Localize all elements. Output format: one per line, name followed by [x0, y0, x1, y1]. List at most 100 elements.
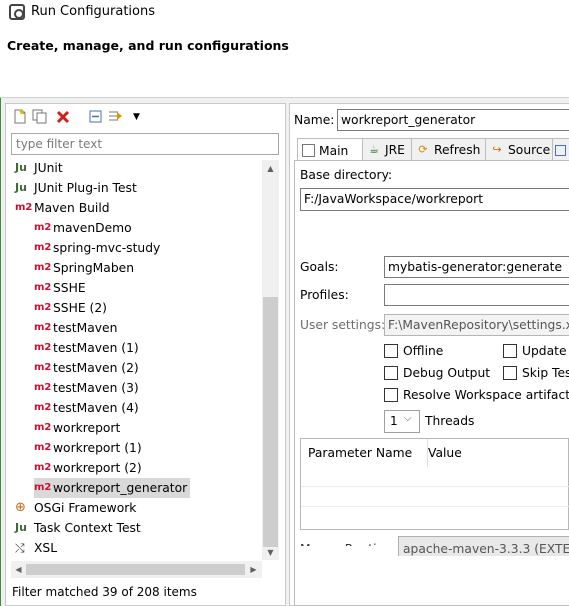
offline-checkbox[interactable]: Offline: [384, 344, 443, 358]
tree-item-label: testMaven (4): [53, 401, 139, 415]
vertical-scroll-thumb[interactable]: [263, 297, 278, 547]
tree-item-label: testMaven: [53, 321, 118, 335]
tab-refresh-label: Refresh: [434, 143, 481, 157]
resolve-workspace-checkbox[interactable]: Resolve Workspace artifacts: [384, 388, 569, 402]
horizontal-scroll-thumb[interactable]: [26, 564, 245, 575]
tab-source[interactable]: ↪ Source: [485, 138, 559, 161]
skip-tests-checkbox[interactable]: Skip Test: [503, 366, 569, 380]
maven-runtime-value: apache-maven-3.3.3 (EXTERN: [403, 542, 569, 556]
offline-checkbox-box[interactable]: [384, 344, 398, 358]
base-directory-label: Base directory:: [300, 168, 393, 182]
update-snapshots-checkbox-box[interactable]: [503, 344, 517, 358]
maven-m2-icon: m2: [34, 422, 52, 433]
tab-jre[interactable]: ☕ JRE: [362, 138, 418, 161]
config-tabs: Main ☕ JRE ⟳ Refresh ↪ Source: [294, 138, 569, 162]
tree-item[interactable]: m2 SSHE: [34, 278, 86, 298]
tree-item-label: OSGi Framework: [34, 501, 137, 515]
tree-item[interactable]: m2 Maven Build: [15, 198, 110, 218]
tab-overflow[interactable]: [552, 138, 569, 161]
tree-item-label: workreport_generator: [53, 481, 188, 495]
delete-icon[interactable]: [54, 108, 71, 125]
environment-icon: [555, 144, 566, 156]
tree-item[interactable]: m2 testMaven (4): [34, 398, 139, 418]
profiles-field[interactable]: [384, 284, 569, 306]
main-icon: [302, 144, 315, 157]
update-snapshots-checkbox[interactable]: Update S: [503, 344, 569, 358]
maven-m2-icon: m2: [34, 342, 52, 353]
refresh-icon: ⟳: [418, 143, 428, 156]
tree-item[interactable]: m2 testMaven (1): [34, 338, 139, 358]
maven-m2-icon: m2: [34, 222, 52, 233]
osgi-icon: ⊕: [15, 500, 26, 515]
filter-icon[interactable]: [108, 108, 125, 125]
maven-m2-icon: m2: [34, 362, 52, 373]
scroll-left-arrow-icon[interactable]: ◀: [11, 562, 26, 576]
tree-item[interactable]: m2 workreport_generator: [34, 478, 191, 498]
tree-item-label: spring-mvc-study: [53, 241, 161, 255]
tree-item[interactable]: m2 testMaven (3): [34, 378, 139, 398]
tree-item[interactable]: m2 workreport: [34, 418, 120, 438]
tree-item[interactable]: m2 workreport (2): [34, 458, 142, 478]
collapse-all-icon[interactable]: [87, 108, 104, 125]
tree-item-label: mavenDemo: [53, 221, 132, 235]
tab-jre-label: JRE: [385, 143, 405, 157]
new-configuration-icon[interactable]: [11, 108, 28, 125]
maven-m2-icon: m2: [34, 382, 52, 393]
skip-tests-label: Skip Test: [522, 366, 569, 380]
tree-item-label: SpringMaben: [53, 261, 134, 275]
tree-item-label: testMaven (2): [53, 361, 139, 375]
offline-label: Offline: [403, 344, 444, 358]
tree-item-label: XSL: [34, 541, 58, 555]
scroll-down-arrow-icon[interactable]: ▼: [263, 545, 278, 559]
tab-refresh[interactable]: ⟳ Refresh: [411, 138, 493, 161]
name-label: Name:: [294, 113, 335, 127]
tree-item[interactable]: Ju JUnit: [15, 158, 63, 178]
tab-source-label: Source: [508, 143, 551, 157]
name-field[interactable]: workreport_generator: [337, 109, 569, 131]
tree-item[interactable]: m2 spring-mvc-study: [34, 238, 160, 258]
tree-item[interactable]: m2 mavenDemo: [34, 218, 132, 238]
parameter-name-header[interactable]: Parameter Name: [301, 439, 428, 467]
table-row-divider: [301, 486, 569, 487]
debug-output-label: Debug Output: [403, 366, 491, 380]
scroll-right-arrow-icon[interactable]: ▶: [246, 562, 261, 576]
maven-m2-icon: m2: [34, 302, 52, 313]
tree-item[interactable]: m2 workreport (1): [34, 438, 142, 458]
dialog-banner: [0, 26, 569, 98]
scroll-up-arrow-icon[interactable]: ▲: [263, 161, 278, 175]
tree-item-label: testMaven (3): [53, 381, 139, 395]
chevron-down-icon[interactable]: ▼: [128, 108, 145, 125]
banner-heading: Create, manage, and run configurations: [7, 38, 289, 53]
value-header[interactable]: Value: [421, 439, 569, 467]
user-settings-field[interactable]: F:\MavenRepository\settings.xml: [384, 314, 569, 336]
tree-item[interactable]: m2 SSHE (2): [34, 298, 107, 318]
goals-field[interactable]: mybatis-generator:generate: [384, 256, 569, 278]
left-toolbar: ▼: [7, 105, 285, 129]
maven-m2-icon: m2: [34, 462, 52, 473]
configuration-tree[interactable]: Ju JUnit Ju JUnit Plug-in Test m2 Maven Build…: [11, 158, 261, 560]
tree-item[interactable]: Ju JUnit Plug-in Test: [15, 178, 137, 198]
maven-m2-icon: m2: [34, 402, 52, 413]
threads-select[interactable]: 1 ⌵: [384, 410, 420, 433]
duplicate-icon[interactable]: [31, 108, 48, 125]
debug-output-checkbox-box[interactable]: [384, 366, 398, 380]
chevron-down-icon: ⌵: [404, 413, 412, 424]
skip-tests-checkbox-box[interactable]: [503, 366, 517, 380]
debug-output-checkbox[interactable]: Debug Output: [384, 366, 490, 380]
table-row-divider: [301, 506, 569, 507]
base-directory-field[interactable]: F:/JavaWorkspace/workreport: [300, 188, 569, 211]
filter-input[interactable]: [11, 133, 279, 155]
tree-item[interactable]: ⤭ XSL: [15, 538, 57, 558]
tree-item-label: SSHE (2): [53, 301, 107, 315]
parameter-table[interactable]: Parameter Name Value: [300, 438, 569, 530]
tree-item[interactable]: m2 testMaven (2): [34, 358, 139, 378]
tree-item[interactable]: m2 SpringMaben: [34, 258, 134, 278]
maven-m2-icon: m2: [34, 482, 52, 493]
tree-item[interactable]: ⊕ OSGi Framework: [15, 498, 136, 518]
tree-item[interactable]: Ju Task Context Test: [15, 518, 141, 538]
tab-main[interactable]: Main: [297, 138, 365, 162]
resolve-workspace-checkbox-box[interactable]: [384, 388, 398, 402]
tree-item-label: workreport: [53, 421, 121, 435]
junit-task-icon: Ju: [15, 521, 27, 534]
tree-item[interactable]: m2 testMaven: [34, 318, 117, 338]
